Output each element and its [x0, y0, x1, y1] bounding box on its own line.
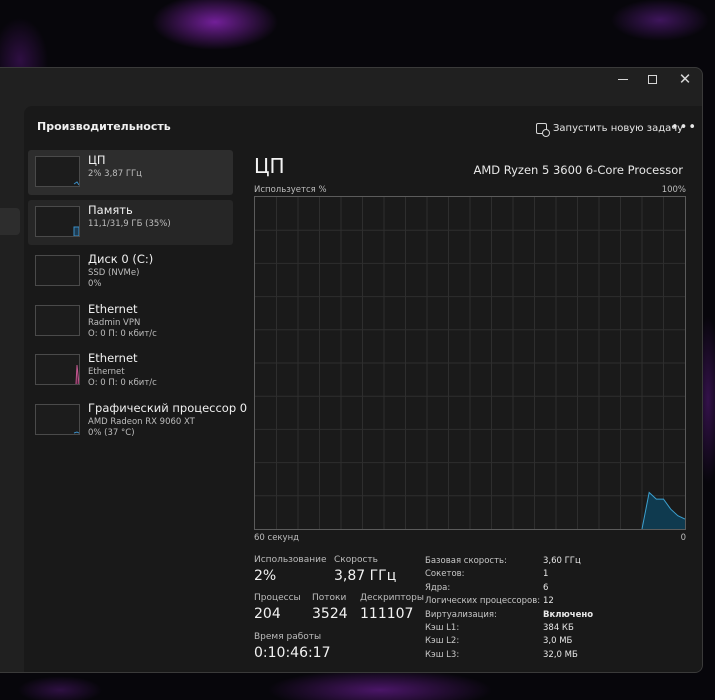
navigation-rail — [0, 106, 24, 672]
graph-time-span-label: 60 секунд — [254, 533, 300, 543]
thumbnail-trace — [75, 365, 79, 385]
resource-thumbnail-graph — [35, 156, 80, 187]
spec-key: Ядра: — [425, 582, 451, 593]
processes-label: Процессы — [254, 593, 301, 603]
resource-thumbnail-graph — [35, 403, 80, 435]
resource-detail-secondary: О: 0 П: 0 кбит/с — [88, 378, 157, 389]
thumbnail-trace — [73, 181, 79, 186]
page-title: Производительность — [37, 120, 171, 133]
uptime-label: Время работы — [254, 632, 322, 642]
resource-name: Память — [88, 202, 133, 217]
spec-key: Кэш L3: — [425, 649, 460, 660]
usage-label: Использование — [254, 555, 327, 565]
resource-detail-secondary: О: 0 П: 0 кбит/с — [88, 328, 157, 339]
usage-value: 2% — [254, 568, 277, 584]
resource-item[interactable]: ЦП 2% 3,87 ГГц — [28, 150, 233, 195]
processes-value: 204 — [254, 606, 281, 622]
cpu-usage-chart — [255, 197, 686, 530]
more-options-button[interactable]: ••• — [671, 116, 696, 138]
performance-page: Производительность Запустить новую задач… — [24, 106, 702, 672]
run-new-task-label: Запустить новую задачу — [553, 122, 684, 134]
resource-item[interactable]: Диск 0 (C:) SSD (NVMe) 0% — [28, 249, 233, 294]
handles-value: 111107 — [360, 606, 414, 622]
spec-key: Сокетов: — [425, 569, 465, 580]
detail-title: ЦП — [254, 154, 285, 178]
resource-thumbnail-graph — [35, 354, 80, 386]
speed-value: 3,87 ГГц — [334, 568, 397, 584]
resource-item[interactable]: Память 11,1/31,9 ГБ (35%) — [28, 199, 233, 245]
graph-time-now-label: 0 — [680, 533, 686, 543]
thumbnail-trace — [73, 431, 79, 434]
resource-thumbnail-graph — [35, 255, 80, 287]
speed-label: Скорость — [334, 555, 378, 565]
graph-y-label: Используется % — [254, 185, 327, 195]
resource-detail-secondary: 0% — [88, 279, 102, 290]
resource-item[interactable]: Графический процессор 0 AMD Radeon RX 906… — [28, 398, 247, 443]
resource-name: ЦП — [88, 153, 106, 167]
threads-value: 3524 — [312, 606, 348, 622]
spec-value: 1 — [543, 569, 549, 580]
run-task-icon — [536, 122, 550, 137]
spec-value: Включено — [543, 609, 594, 620]
cpu-usage-graph — [254, 196, 686, 530]
resource-detail: Ethernet — [88, 367, 125, 378]
resource-list: ЦП 2% 3,87 ГГц Память 11,1/31,9 ГБ (35%) Дис… — [28, 150, 247, 448]
resource-detail: 2% 3,87 ГГц — [88, 169, 142, 179]
resource-item[interactable]: Ethernet Radmin VPN О: 0 П: 0 кбит/с — [28, 299, 233, 344]
title-bar: ✕ — [0, 68, 702, 106]
threads-label: Потоки — [312, 593, 347, 603]
spec-key: Базовая скорость: — [425, 556, 507, 566]
thumbnail-trace — [36, 256, 79, 285]
resource-name: Ethernet — [88, 301, 138, 316]
spec-value: 12 — [543, 596, 554, 607]
spec-key: Виртуализация: — [425, 609, 497, 620]
resource-detail: Radmin VPN — [88, 317, 141, 328]
resource-detail: SSD (NVMe) — [88, 268, 140, 279]
maximize-button[interactable] — [635, 68, 669, 90]
close-icon: ✕ — [678, 69, 692, 88]
spec-value: 3,60 ГГц — [543, 556, 581, 566]
spec-key: Кэш L1: — [425, 623, 460, 633]
resource-detail: 11,1/31,9 ГБ (35%) — [88, 218, 171, 229]
maximize-icon — [647, 74, 657, 84]
resource-detail-secondary: 0% (37 °C) — [88, 427, 135, 438]
resource-name: Ethernet — [88, 351, 138, 366]
graph-y-max-label: 100% — [661, 185, 686, 195]
resource-thumbnail-graph — [35, 205, 80, 237]
spec-key: Логических процессоров: — [425, 596, 541, 607]
cpu-model-name: AMD Ryzen 5 3600 6-Core Processor — [473, 163, 683, 177]
handles-label: Дескрипторы — [360, 593, 424, 603]
minimize-icon — [618, 78, 628, 80]
resource-name: Диск 0 (C:) — [88, 252, 154, 267]
resource-thumbnail-graph — [35, 304, 80, 336]
spec-value: 3,0 МБ — [543, 636, 573, 647]
uptime-value: 0:10:46:17 — [254, 645, 331, 661]
spec-key: Кэш L2: — [425, 636, 460, 647]
run-new-task-button[interactable]: Запустить новую задачу — [536, 117, 683, 139]
nav-item-performance[interactable] — [0, 208, 20, 235]
resource-item[interactable]: Ethernet Ethernet О: 0 П: 0 кбит/с — [28, 348, 233, 393]
resource-name: Графический процессор 0 — [88, 400, 248, 415]
spec-value: 384 КБ — [543, 623, 574, 633]
thumbnail-trace — [36, 306, 79, 335]
thumbnail-trace — [73, 226, 79, 236]
spec-value: 32,0 МБ — [543, 649, 578, 660]
task-manager-window: ✕ Производительность Запустить новую зад… — [0, 67, 703, 673]
spec-value: 6 — [543, 582, 549, 593]
resource-detail: AMD Radeon RX 9060 XT — [88, 416, 195, 427]
close-button[interactable]: ✕ — [668, 68, 702, 90]
